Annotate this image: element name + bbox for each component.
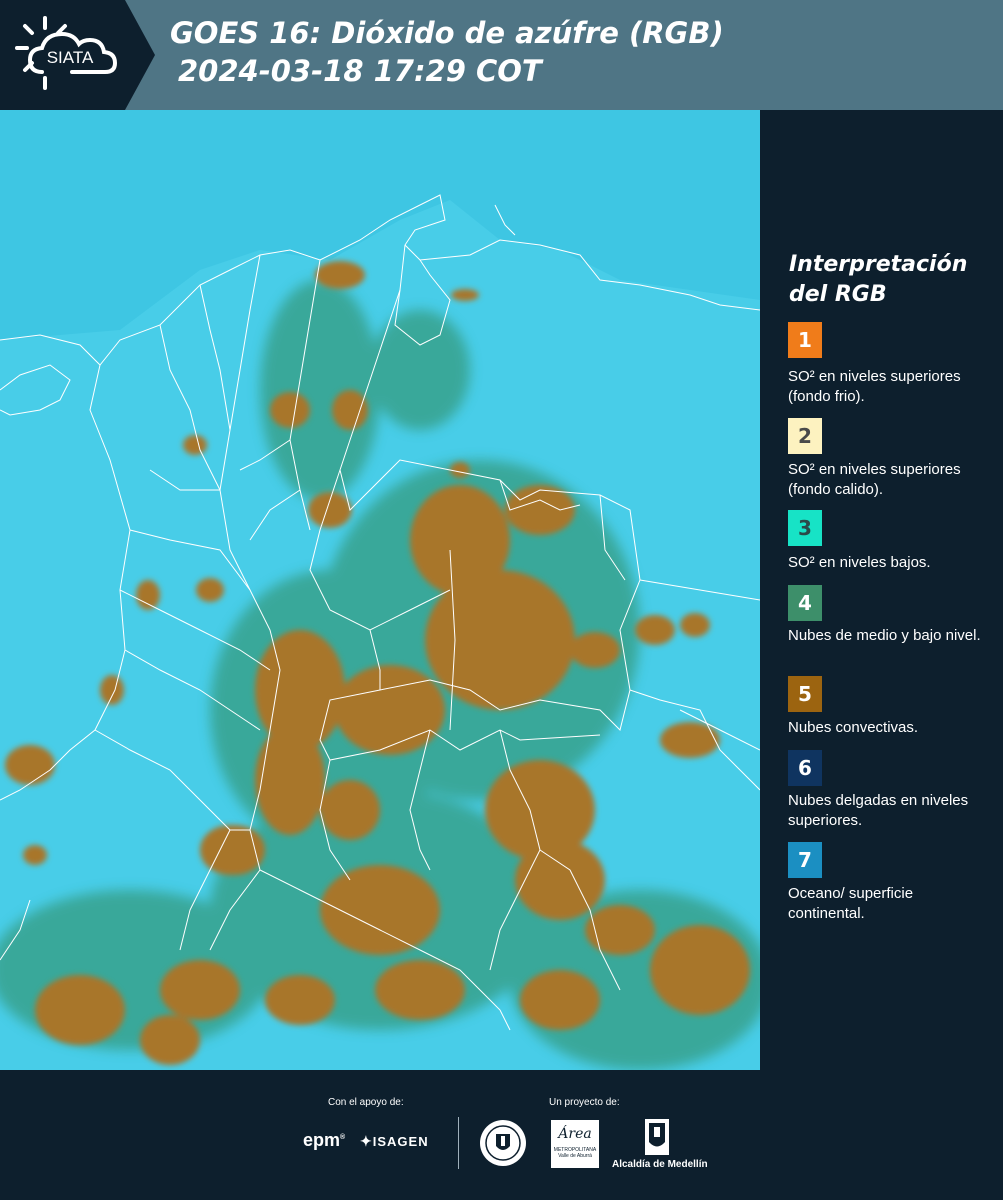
- legend-title: Interpretación del RGB: [789, 252, 968, 307]
- legend-number-2: 2: [798, 424, 812, 448]
- alcaldia-shield-icon[interactable]: [644, 1118, 670, 1156]
- legend-number-5: 5: [798, 682, 812, 706]
- legend-panel: Interpretación del RGB 1 SO² en niveles …: [760, 110, 1003, 1070]
- area-metropolitana-logo[interactable]: Área METROPOLITANA Valle de Aburrá: [551, 1120, 599, 1168]
- medellin-seal-icon[interactable]: [478, 1118, 528, 1168]
- footer: Con el apoyo de: Un proyecto de: epm® ✦I…: [0, 1070, 1003, 1200]
- legend-swatch-4: 4: [788, 585, 822, 621]
- epm-logo-text: epm: [303, 1130, 341, 1150]
- map-title: GOES 16: Dióxido de azúfre (RGB): [170, 16, 724, 50]
- epm-logo[interactable]: epm®: [303, 1130, 345, 1151]
- map-canvas: [0, 110, 760, 1070]
- legend-swatch-5: 5: [788, 676, 822, 712]
- isagen-logo[interactable]: ✦ISAGEN: [360, 1133, 429, 1150]
- legend-label-3: SO² en niveles bajos.: [788, 554, 931, 571]
- logo-text: SIATA: [47, 48, 94, 67]
- support-label: Con el apoyo de:: [328, 1097, 404, 1108]
- legend-swatch-1: 1: [788, 322, 822, 358]
- isagen-logo-icon: ✦: [360, 1133, 373, 1149]
- siata-logo-icon: SIATA: [15, 16, 118, 90]
- legend-number-6: 6: [798, 756, 812, 780]
- footer-divider: [458, 1117, 459, 1169]
- legend-label-4: Nubes de medio y bajo nivel.: [788, 627, 981, 644]
- legend-number-7: 7: [798, 848, 812, 872]
- legend-label-7: Oceano/ superficie continental.: [788, 885, 914, 922]
- legend-swatch-2: 2: [788, 418, 822, 454]
- legend-swatch-7: 7: [788, 842, 822, 878]
- alcaldia-label: Alcaldía de Medellín: [612, 1159, 708, 1170]
- legend-swatch-3: 3: [788, 510, 822, 546]
- header: SIATA GOES 16: Dióxido de azúfre (RGB) 2…: [0, 0, 1003, 110]
- isagen-logo-text: ISAGEN: [372, 1134, 429, 1149]
- map-timestamp: 2024-03-18 17:29 COT: [178, 54, 542, 88]
- legend-label-1: SO² en niveles superiores (fondo frio).: [788, 368, 961, 405]
- legend-label-5: Nubes convectivas.: [788, 719, 919, 736]
- legend-number-3: 3: [798, 516, 812, 540]
- area-logo-text: Área: [558, 1126, 592, 1142]
- satellite-map[interactable]: [0, 110, 760, 1070]
- legend-number-4: 4: [798, 591, 812, 615]
- legend-swatch-6: 6: [788, 750, 822, 786]
- legend-number-1: 1: [798, 328, 812, 352]
- project-label: Un proyecto de:: [549, 1097, 620, 1108]
- area-logo-sub2: Valle de Aburrá: [558, 1153, 592, 1159]
- logo-panel: SIATA: [0, 0, 155, 110]
- legend-label-6: Nubes delgadas en niveles superiores.: [788, 792, 969, 829]
